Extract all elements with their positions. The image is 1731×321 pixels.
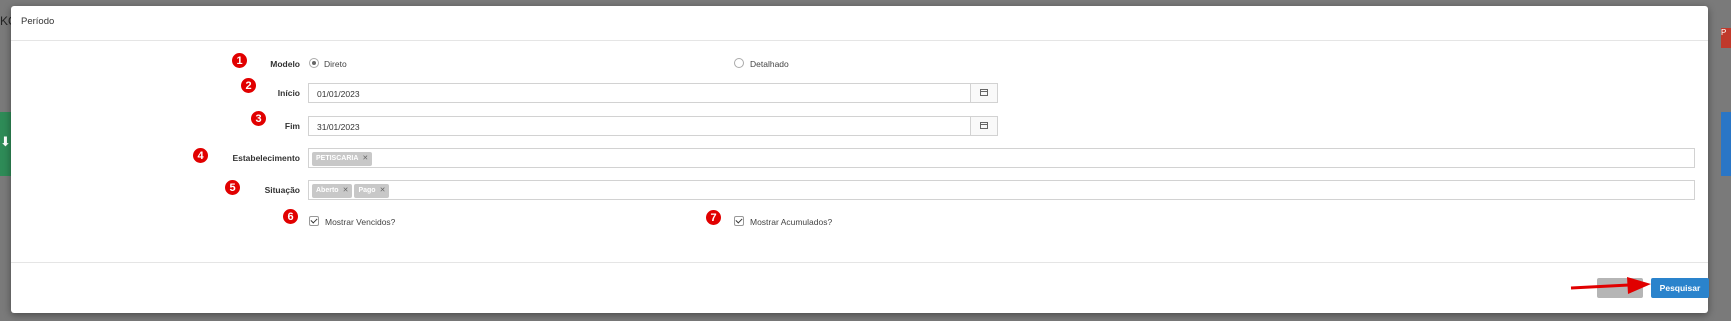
- modelo-label: Modelo: [270, 59, 300, 69]
- options-row: 6 Mostrar Vencidos? 7 Mostrar Acumulados…: [11, 208, 1708, 232]
- arrow-annotation: [1570, 277, 1651, 294]
- modelo-direto-radio[interactable]: [309, 58, 319, 68]
- modelo-detalhado-label[interactable]: Detalhado: [750, 59, 789, 69]
- annotation-badge-7: 7: [705, 209, 722, 226]
- tag-label: PETISCARIA: [316, 155, 359, 162]
- inicio-date-input[interactable]: 01/01/2023: [308, 83, 998, 103]
- tag-label: Aberto: [316, 187, 339, 194]
- inicio-row: 2 Início 01/01/2023: [11, 77, 1708, 103]
- remove-tag-icon[interactable]: ✕: [362, 155, 368, 162]
- estabelecimento-multiselect[interactable]: PETISCARIA ✕: [308, 148, 1695, 168]
- calendar-icon: [980, 89, 988, 96]
- annotation-badge-5: 5: [224, 179, 241, 196]
- situacao-label: Situação: [264, 185, 300, 195]
- search-button[interactable]: Pesquisar: [1651, 278, 1709, 298]
- inicio-label: Início: [277, 88, 300, 98]
- mostrar-vencidos-checkbox[interactable]: [309, 216, 319, 226]
- annotation-badge-2: 2: [240, 77, 257, 94]
- modal-footer: Pesquisar: [11, 262, 1709, 313]
- estabelecimento-tag: PETISCARIA ✕: [312, 152, 373, 166]
- download-icon: ⬇: [0, 134, 11, 149]
- annotation-badge-3: 3: [250, 110, 267, 127]
- situacao-tag: Aberto ✕: [312, 184, 353, 198]
- situacao-row: 5 Situação Aberto ✕ Pago ✕: [11, 179, 1708, 200]
- remove-tag-icon[interactable]: ✕: [380, 187, 386, 194]
- annotation-badge-1: 1: [231, 52, 248, 69]
- fim-date-input[interactable]: 31/01/2023: [308, 116, 998, 136]
- background-blue-button: [1721, 112, 1731, 176]
- annotation-badge-6: 6: [282, 208, 299, 225]
- modal-title: Período: [21, 16, 55, 27]
- modelo-direto-label[interactable]: Direto: [324, 59, 347, 69]
- mostrar-acumulados-label[interactable]: Mostrar Acumulados?: [750, 217, 832, 227]
- fim-calendar-button[interactable]: [970, 117, 997, 135]
- background-red-button: P: [1721, 28, 1731, 48]
- mostrar-acumulados-checkbox[interactable]: [734, 216, 744, 226]
- modal-header: Período: [11, 6, 1708, 41]
- modelo-detalhado-radio[interactable]: [734, 58, 744, 68]
- fim-row: 3 Fim 31/01/2023: [11, 110, 1708, 136]
- annotation-badge-4: 4: [192, 147, 209, 164]
- situacao-multiselect[interactable]: Aberto ✕ Pago ✕: [308, 180, 1695, 200]
- remove-tag-icon[interactable]: ✕: [343, 187, 349, 194]
- mostrar-vencidos-label[interactable]: Mostrar Vencidos?: [325, 217, 395, 227]
- fim-label: Fim: [284, 121, 300, 131]
- modelo-row: 1 Modelo Direto Detalhado: [11, 52, 1708, 74]
- tag-label: Pago: [358, 187, 376, 194]
- inicio-calendar-button[interactable]: [970, 84, 997, 102]
- calendar-icon: [980, 122, 988, 129]
- situacao-tag: Pago ✕: [354, 184, 390, 198]
- estabelecimento-row: 4 Estabelecimento PETISCARIA ✕: [11, 147, 1708, 168]
- estabelecimento-label: Estabelecimento: [232, 153, 300, 163]
- fim-date-value: 31/01/2023: [317, 122, 360, 132]
- period-modal: Período 1 Modelo Direto Detalhado 2 Iníc…: [11, 6, 1709, 313]
- inicio-date-value: 01/01/2023: [317, 89, 360, 99]
